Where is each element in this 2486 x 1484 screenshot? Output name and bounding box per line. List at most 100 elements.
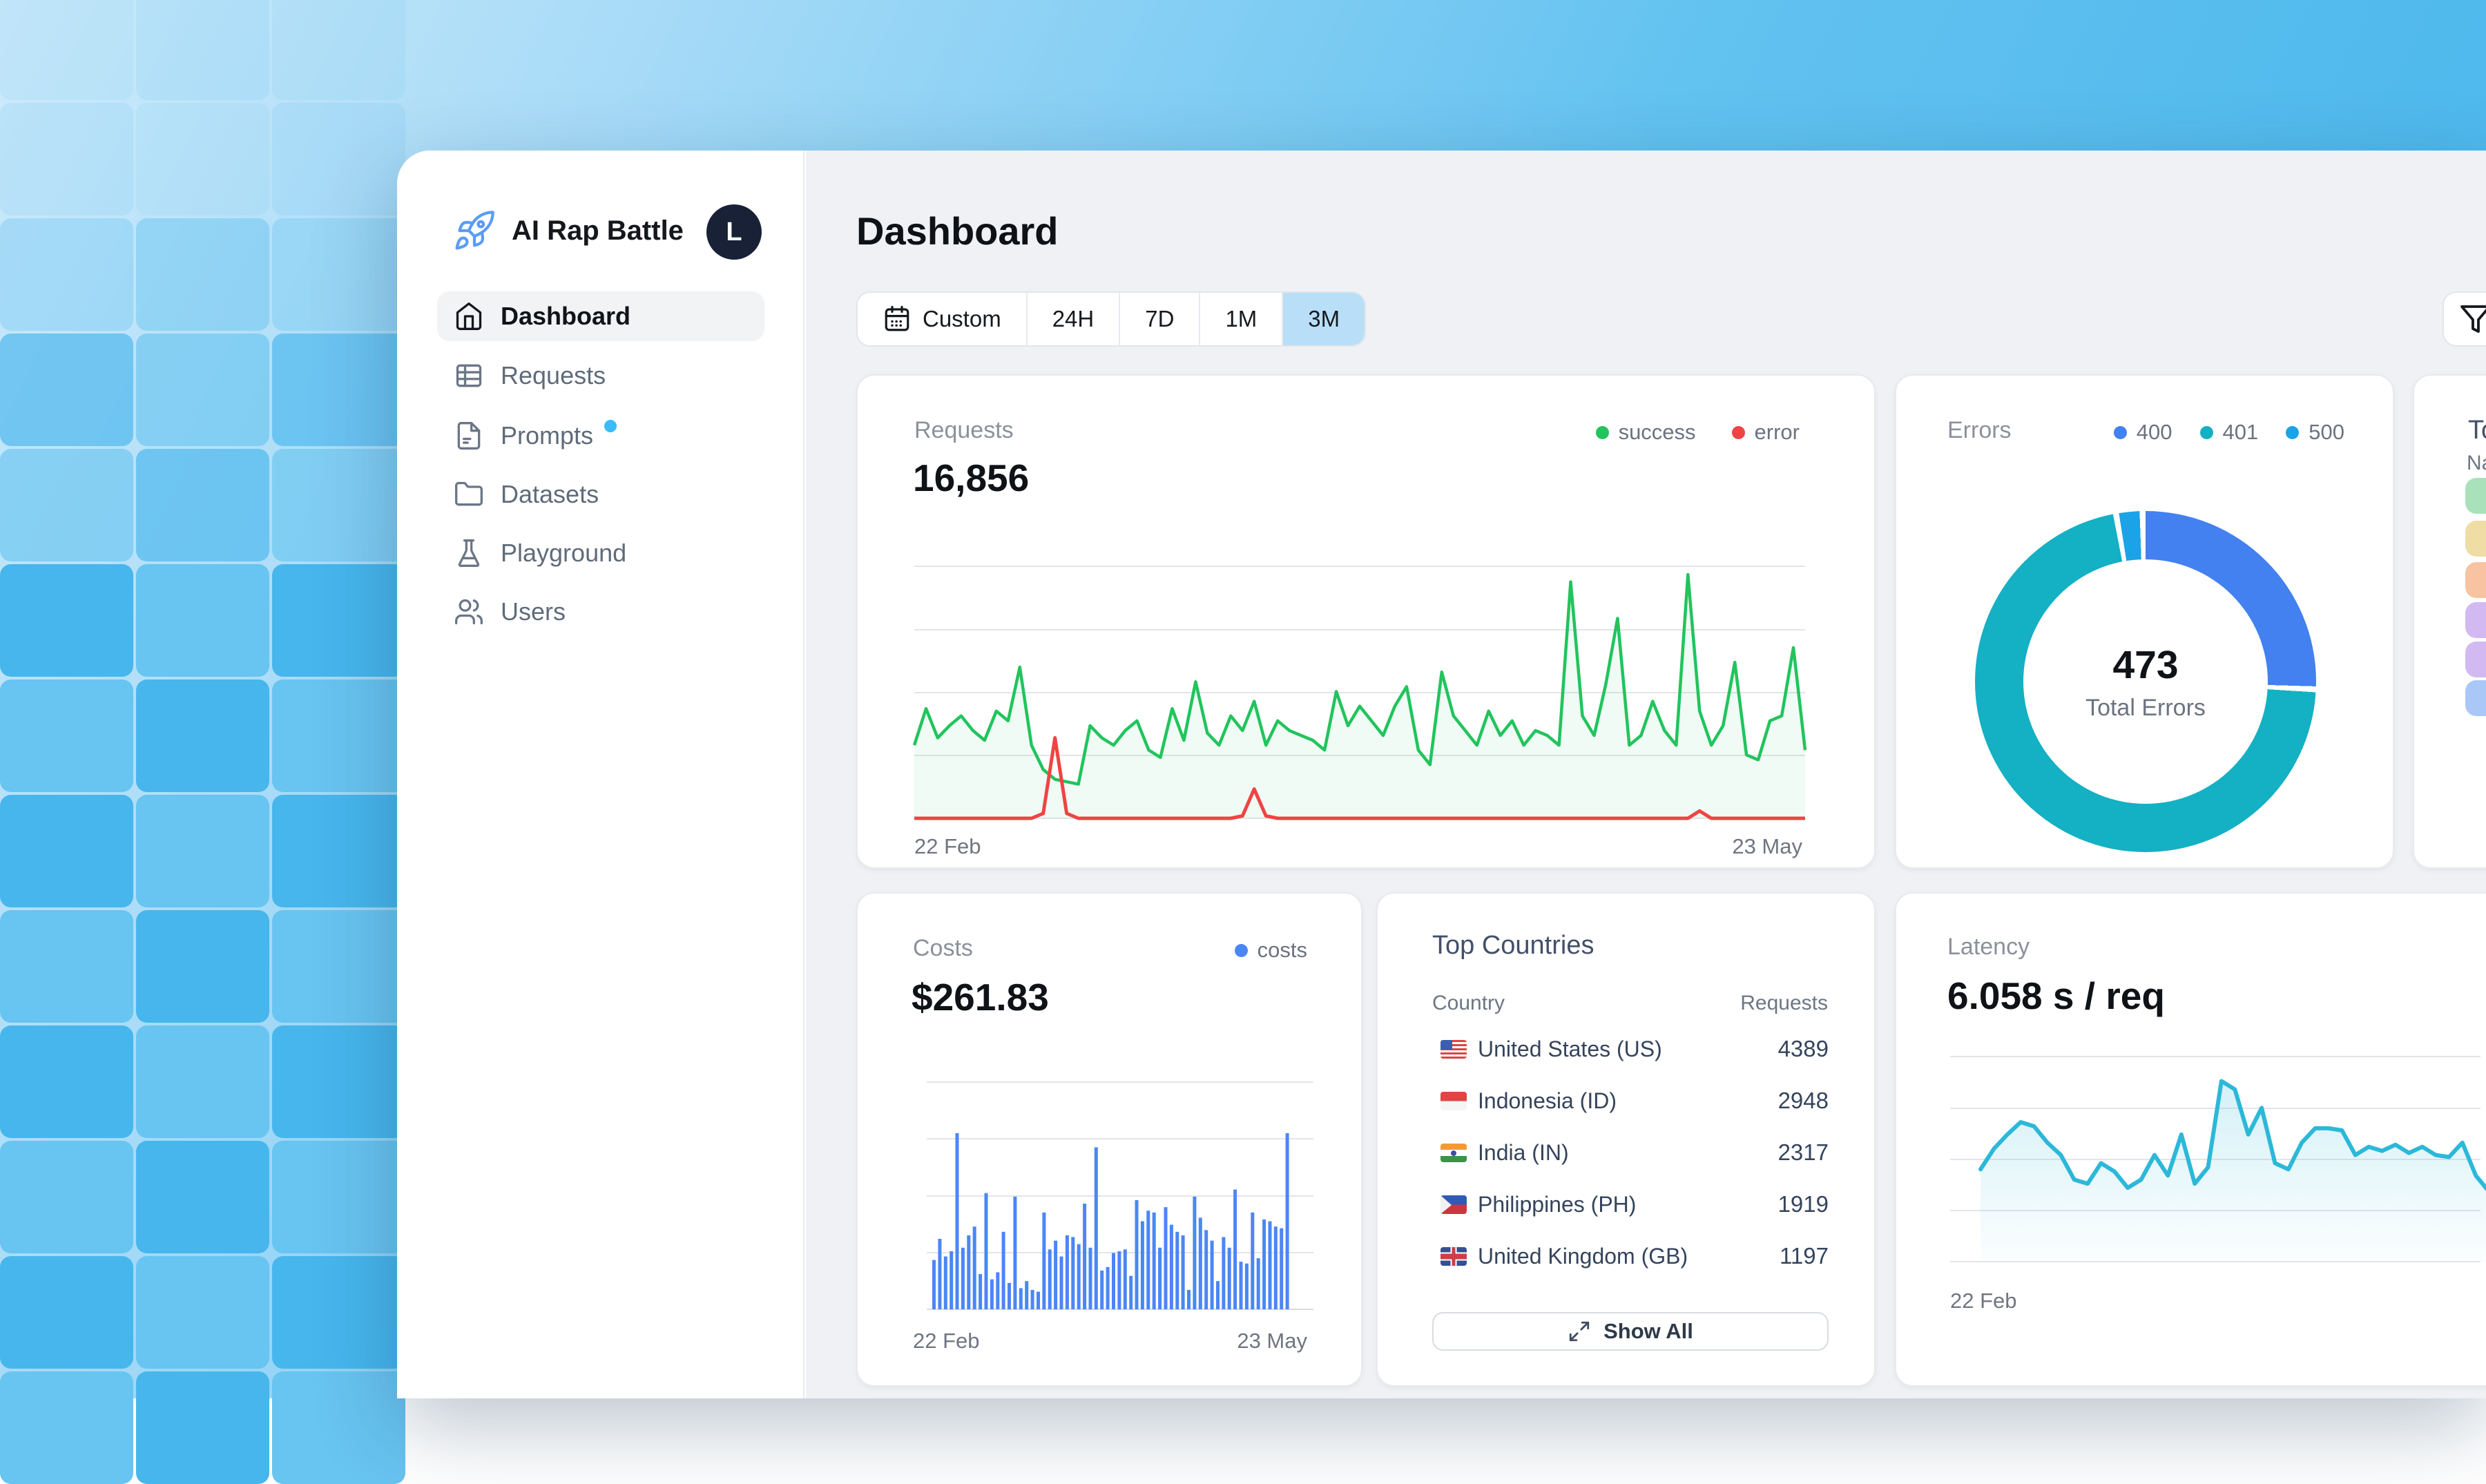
tab-label: 1M bbox=[1225, 306, 1257, 332]
sidebar-item-playground[interactable]: Playground bbox=[437, 528, 764, 578]
latency-total: 6.058 s / req bbox=[1947, 974, 2165, 1018]
total-errors-label: Total Errors bbox=[2085, 695, 2206, 722]
sidebar-brand-row: AI Rap Battle L bbox=[397, 199, 803, 264]
model-pill[interactable]: g bbox=[2465, 478, 2486, 514]
x-axis-end: 23 May bbox=[1732, 834, 1802, 859]
tab-label: 24H bbox=[1052, 306, 1095, 332]
x-axis-start: 22 Feb bbox=[1950, 1289, 2017, 1313]
country-bar: United Kingdom (GB) bbox=[1428, 1236, 1508, 1276]
tab-label: 7D bbox=[1145, 306, 1174, 332]
requests-line-chart bbox=[914, 548, 1805, 838]
model-pill[interactable]: g bbox=[2465, 642, 2486, 677]
model-pill[interactable]: g bbox=[2465, 680, 2486, 716]
tab-1m[interactable]: 1M bbox=[1200, 293, 1283, 345]
top-countries-card: Top Countries Country Requests United St… bbox=[1376, 892, 1876, 1387]
legend-label: success bbox=[1619, 420, 1696, 445]
costs-dot bbox=[1235, 944, 1248, 957]
sidebar-item-dashboard[interactable]: Dashboard bbox=[437, 291, 764, 341]
flag-us-icon bbox=[1440, 1040, 1467, 1059]
country-row[interactable]: India (IN) 2317 bbox=[1428, 1133, 1829, 1175]
x-axis-start: 22 Feb bbox=[913, 1329, 980, 1353]
requests-total: 16,856 bbox=[913, 456, 1029, 500]
x-axis-end: 23 May bbox=[1237, 1329, 1307, 1353]
country-requests: 2317 bbox=[1778, 1139, 1829, 1166]
500-dot bbox=[2286, 426, 2299, 439]
latency-line-chart bbox=[1950, 1043, 2486, 1278]
avatar[interactable]: L bbox=[706, 204, 762, 260]
legend-label: error bbox=[1755, 420, 1800, 445]
users-icon bbox=[454, 597, 484, 627]
country-name: Philippines (PH) bbox=[1478, 1192, 1636, 1217]
total-errors-value: 473 bbox=[2112, 642, 2178, 688]
400-dot bbox=[2114, 426, 2127, 439]
errors-donut-center: 473 Total Errors bbox=[2023, 559, 2268, 804]
show-all-button[interactable]: Show All bbox=[1432, 1312, 1829, 1351]
sidebar-item-label: Requests bbox=[501, 361, 606, 390]
tab-label: 3M bbox=[1308, 306, 1340, 332]
costs-total: $261.83 bbox=[912, 975, 1049, 1019]
sidebar-item-label: Users bbox=[501, 597, 566, 626]
home-icon bbox=[454, 301, 484, 331]
model-pill[interactable]: g bbox=[2465, 521, 2486, 557]
legend-label: 500 bbox=[2309, 420, 2344, 445]
sidebar-item-prompts[interactable]: Prompts bbox=[437, 411, 764, 461]
calendar-icon bbox=[883, 305, 912, 334]
costs-legend: costs bbox=[1235, 938, 1307, 963]
table-icon bbox=[454, 360, 484, 391]
tab-custom[interactable]: Custom bbox=[858, 293, 1028, 345]
rocket-icon bbox=[452, 209, 497, 256]
country-row[interactable]: Philippines (PH) 1919 bbox=[1428, 1184, 1829, 1227]
requests-card: Requests success error 16,856 22 Feb 23 … bbox=[856, 374, 1876, 869]
costs-card: Costs costs $261.83 22 Feb 23 May bbox=[856, 892, 1362, 1387]
country-bar: United States (US) bbox=[1428, 1029, 1722, 1069]
flask-icon bbox=[454, 538, 484, 568]
error-dot bbox=[1732, 426, 1745, 439]
costs-card-title: Costs bbox=[913, 935, 973, 962]
model-pill[interactable]: g bbox=[2465, 562, 2486, 598]
flag-id-icon bbox=[1440, 1092, 1467, 1110]
country-requests: 1919 bbox=[1778, 1191, 1829, 1217]
legend-label: 400 bbox=[2137, 420, 2172, 445]
requests-column-header: Requests bbox=[1740, 992, 1828, 1015]
folder-icon bbox=[454, 479, 484, 510]
latency-card: Latency 6.058 s / req 22 Feb bbox=[1895, 892, 2486, 1387]
country-name: India (IN) bbox=[1478, 1140, 1569, 1166]
background-checker-pattern bbox=[0, 0, 414, 1398]
tab-label: Custom bbox=[923, 306, 1001, 332]
errors-legend: 400 401 500 bbox=[2114, 420, 2344, 445]
flag-ph-icon bbox=[1440, 1195, 1467, 1214]
country-bar: Indonesia (ID) bbox=[1428, 1081, 1625, 1121]
errors-card: Errors 400 401 500 473 Total Errors bbox=[1895, 374, 2394, 869]
flag-gb-icon bbox=[1440, 1247, 1467, 1266]
country-bar: Philippines (PH) bbox=[1428, 1184, 1557, 1224]
country-name: United Kingdom (GB) bbox=[1478, 1244, 1688, 1269]
requests-legend: success error bbox=[1596, 420, 1800, 445]
legend-costs: costs bbox=[1235, 938, 1307, 963]
model-pill[interactable]: g bbox=[2465, 602, 2486, 638]
sidebar-item-requests[interactable]: Requests bbox=[437, 351, 764, 401]
country-row[interactable]: United States (US) 4389 bbox=[1428, 1029, 1829, 1072]
country-bar: India (IN) bbox=[1428, 1133, 1583, 1173]
tab-24h[interactable]: 24H bbox=[1028, 293, 1121, 345]
brand-name: AI Rap Battle bbox=[512, 215, 684, 247]
sidebar: AI Rap Battle L Dashboard Requests Pr bbox=[397, 151, 804, 1398]
sidebar-item-label: Playground bbox=[501, 539, 626, 568]
requests-card-title: Requests bbox=[914, 417, 1014, 444]
country-row[interactable]: Indonesia (ID) 2948 bbox=[1428, 1081, 1829, 1124]
top-countries-title: Top Countries bbox=[1432, 931, 1594, 961]
legend-label: costs bbox=[1258, 938, 1307, 963]
legend-401: 401 bbox=[2200, 420, 2259, 445]
country-requests: 1197 bbox=[1780, 1243, 1829, 1269]
filter-button[interactable] bbox=[2442, 291, 2486, 347]
funnel-icon bbox=[2459, 302, 2486, 336]
sidebar-item-label: Prompts bbox=[501, 421, 593, 450]
country-row[interactable]: United Kingdom (GB) 1197 bbox=[1428, 1236, 1829, 1279]
legend-label: 401 bbox=[2223, 420, 2259, 445]
country-column-header: Country bbox=[1432, 992, 1505, 1015]
top-models-column-fragment: Na bbox=[2467, 452, 2486, 475]
sidebar-item-datasets[interactable]: Datasets bbox=[437, 470, 764, 519]
errors-card-title: Errors bbox=[1947, 417, 2012, 444]
sidebar-item-users[interactable]: Users bbox=[437, 587, 764, 637]
tab-3m[interactable]: 3M bbox=[1283, 293, 1365, 345]
tab-7d[interactable]: 7D bbox=[1120, 293, 1200, 345]
